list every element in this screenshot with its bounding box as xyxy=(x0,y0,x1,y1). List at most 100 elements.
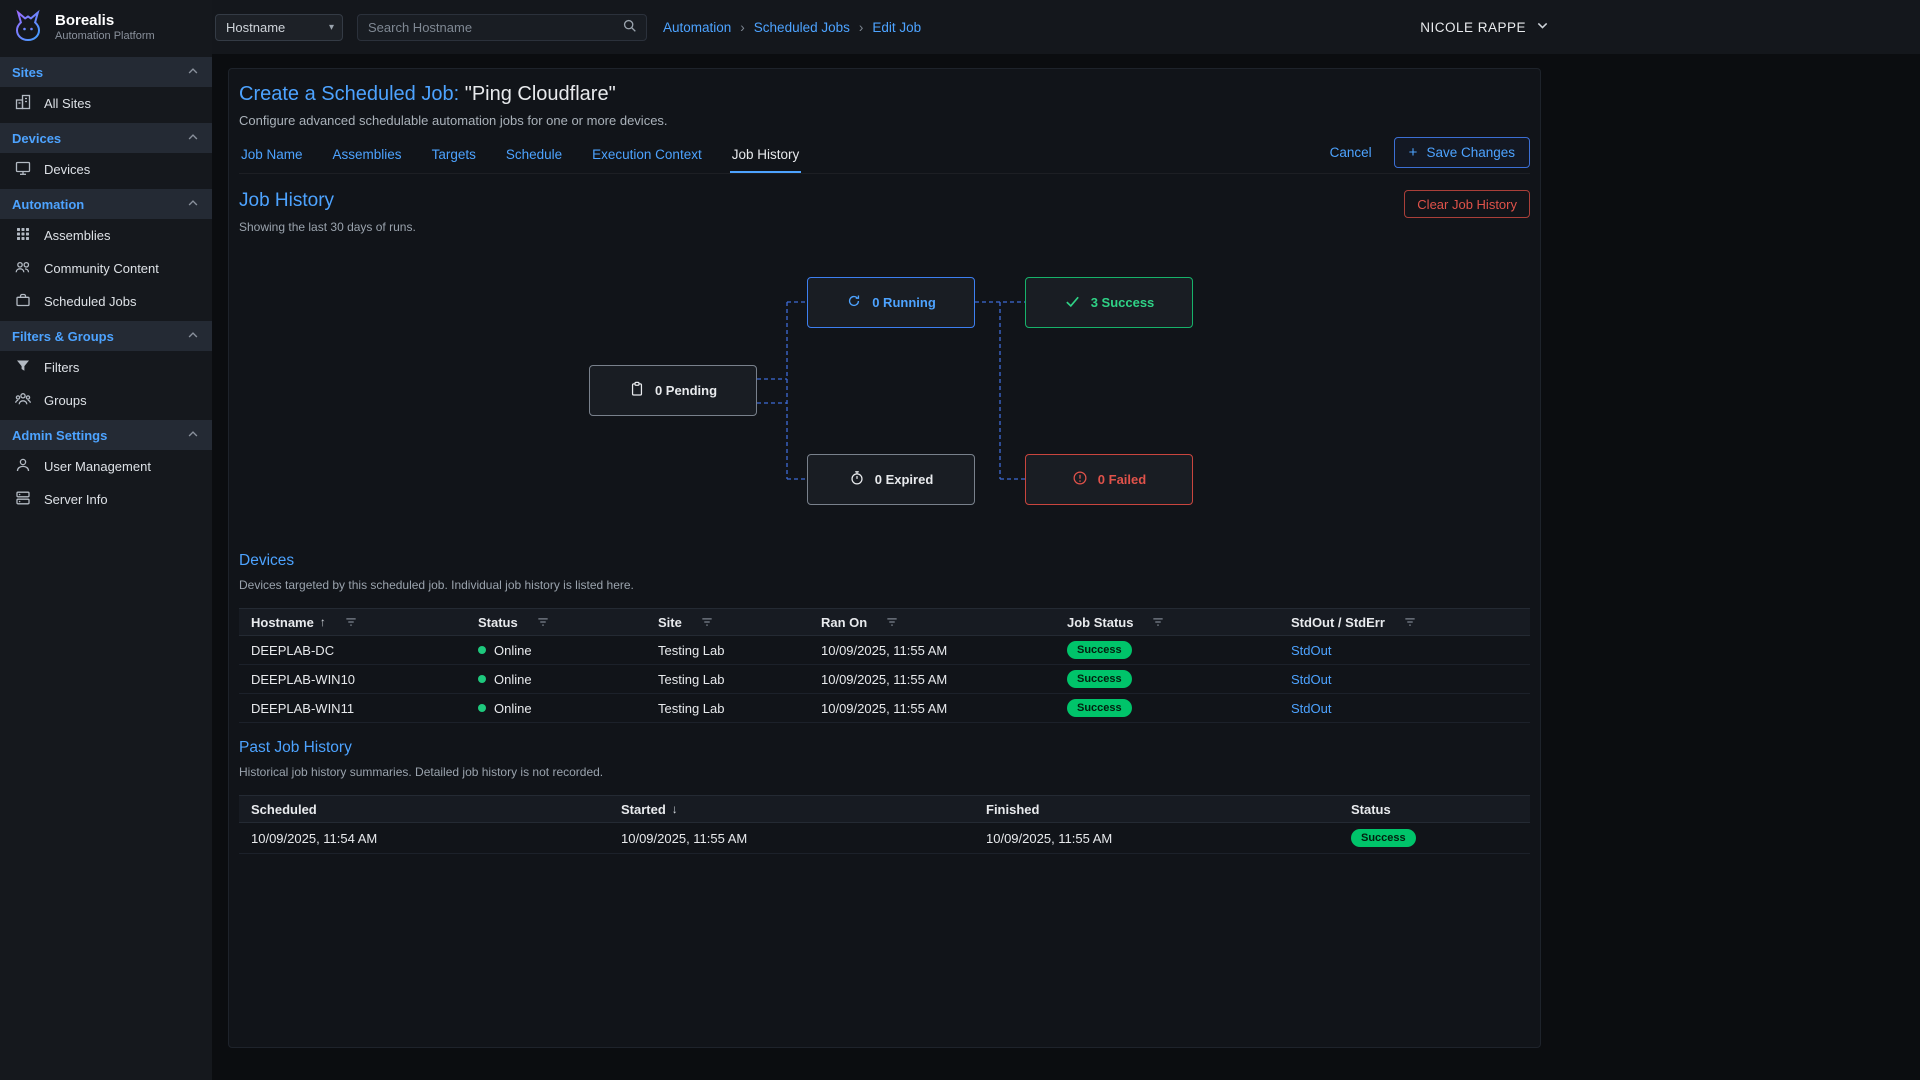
hostname-select[interactable]: Hostname ▾ xyxy=(215,14,343,41)
online-status-dot xyxy=(478,646,486,654)
page-title-job-name: "Ping Cloudflare" xyxy=(465,83,616,105)
section-label: Automation xyxy=(12,197,84,212)
borealis-logo-icon xyxy=(10,8,46,47)
tab-job-name[interactable]: Job Name xyxy=(239,136,305,173)
groups-icon xyxy=(14,390,32,411)
sidebar-item-label: Scheduled Jobs xyxy=(44,294,137,309)
column-status[interactable]: Status xyxy=(1351,802,1391,817)
column-status[interactable]: Status xyxy=(478,615,518,630)
sidebar-item-label: All Sites xyxy=(44,96,91,111)
status-badge: Success xyxy=(1067,670,1132,688)
tab-execution-context[interactable]: Execution Context xyxy=(590,136,704,173)
column-hostname[interactable]: Hostname xyxy=(251,615,314,630)
brand-name: Borealis xyxy=(55,12,155,29)
save-changes-button[interactable]: + Save Changes xyxy=(1394,137,1530,168)
past-job-history-table: Scheduled Started ↓ Finished Status 10/0… xyxy=(239,795,1530,854)
flow-box-failed[interactable]: 0 Failed xyxy=(1025,454,1193,505)
status-badge: Success xyxy=(1067,641,1132,659)
cell-hostname: DEEPLAB-DC xyxy=(239,643,466,658)
plus-icon: + xyxy=(1409,144,1418,161)
chevron-down-icon xyxy=(1535,18,1550,36)
cell-ran-on: 10/09/2025, 11:55 AM xyxy=(809,643,1055,658)
stdout-link[interactable]: StdOut xyxy=(1291,701,1331,716)
caret-down-icon: ▾ xyxy=(329,22,334,33)
tab-schedule[interactable]: Schedule xyxy=(504,136,564,173)
column-finished[interactable]: Finished xyxy=(986,802,1039,817)
cell-site: Testing Lab xyxy=(646,701,809,716)
user-name: NICOLE RAPPE xyxy=(1420,20,1526,35)
cell-hostname: DEEPLAB-WIN11 xyxy=(239,701,466,716)
breadcrumb-automation[interactable]: Automation xyxy=(663,20,731,35)
cell-status: Online xyxy=(494,643,532,658)
stdout-link[interactable]: StdOut xyxy=(1291,672,1331,687)
column-started[interactable]: Started xyxy=(621,802,666,817)
people-icon xyxy=(14,258,32,279)
devices-heading: Devices xyxy=(239,552,1530,570)
sidebar-item-server-info[interactable]: Server Info xyxy=(0,483,212,516)
filter-icon[interactable] xyxy=(700,615,714,629)
timer-icon xyxy=(849,470,865,489)
sidebar-item-label: Filters xyxy=(44,360,79,375)
stdout-link[interactable]: StdOut xyxy=(1291,643,1331,658)
cell-hostname: DEEPLAB-WIN10 xyxy=(239,672,466,687)
flow-box-running[interactable]: 0 Running xyxy=(807,277,975,328)
sidebar-item-user-management[interactable]: User Management xyxy=(0,450,212,483)
breadcrumb-scheduled-jobs[interactable]: Scheduled Jobs xyxy=(754,20,850,35)
tab-targets[interactable]: Targets xyxy=(430,136,478,173)
sidebar-item-all-sites[interactable]: All Sites xyxy=(0,87,212,120)
sort-desc-icon[interactable]: ↓ xyxy=(672,802,678,816)
sidebar-item-label: Assemblies xyxy=(44,228,110,243)
job-status-flow-diagram: 0 Pending 0 Running 3 Success 0 Expired xyxy=(239,240,1530,542)
cell-finished: 10/09/2025, 11:55 AM xyxy=(974,831,1339,846)
section-label: Admin Settings xyxy=(12,428,107,443)
error-icon xyxy=(1072,470,1088,489)
cell-status: Online xyxy=(494,672,532,687)
sidebar-section-automation[interactable]: Automation xyxy=(0,189,212,219)
search-icon[interactable] xyxy=(622,18,638,37)
sidebar: Borealis Automation Platform Sites All S… xyxy=(0,0,212,1080)
column-site[interactable]: Site xyxy=(658,615,682,630)
user-menu[interactable]: NICOLE RAPPE xyxy=(1420,18,1550,36)
section-label: Devices xyxy=(12,131,61,146)
sidebar-item-community-content[interactable]: Community Content xyxy=(0,252,212,285)
page-title-prefix: Create a Scheduled Job: xyxy=(239,83,459,105)
main-column: Hostname ▾ Automation › Scheduled Jobs ›… xyxy=(212,0,1920,1080)
clear-job-history-button[interactable]: Clear Job History xyxy=(1404,190,1530,218)
breadcrumb-edit-job[interactable]: Edit Job xyxy=(872,20,921,35)
filter-icon[interactable] xyxy=(536,615,550,629)
sidebar-section-sites[interactable]: Sites xyxy=(0,57,212,87)
tab-assemblies[interactable]: Assemblies xyxy=(331,136,404,173)
topbar: Hostname ▾ Automation › Scheduled Jobs ›… xyxy=(212,0,1920,54)
filter-icon[interactable] xyxy=(1151,615,1165,629)
filter-icon[interactable] xyxy=(1403,615,1417,629)
sidebar-item-filters[interactable]: Filters xyxy=(0,351,212,384)
filter-icon[interactable] xyxy=(885,615,899,629)
cell-started: 10/09/2025, 11:55 AM xyxy=(609,831,974,846)
sidebar-item-scheduled-jobs[interactable]: Scheduled Jobs xyxy=(0,285,212,318)
flow-running-label: 0 Running xyxy=(872,295,936,310)
column-stdout-stderr[interactable]: StdOut / StdErr xyxy=(1291,615,1385,630)
search-input[interactable] xyxy=(368,20,622,35)
sidebar-section-filters-groups[interactable]: Filters & Groups xyxy=(0,321,212,351)
sort-asc-icon[interactable]: ↑ xyxy=(320,615,326,629)
flow-box-success[interactable]: 3 Success xyxy=(1025,277,1193,328)
section-label: Sites xyxy=(12,65,43,80)
flow-success-label: 3 Success xyxy=(1091,295,1155,310)
sidebar-item-groups[interactable]: Groups xyxy=(0,384,212,417)
sidebar-section-admin-settings[interactable]: Admin Settings xyxy=(0,420,212,450)
cell-ran-on: 10/09/2025, 11:55 AM xyxy=(809,701,1055,716)
flow-box-pending[interactable]: 0 Pending xyxy=(589,365,757,416)
sidebar-item-assemblies[interactable]: Assemblies xyxy=(0,219,212,252)
app-root: Borealis Automation Platform Sites All S… xyxy=(0,0,1920,1080)
column-job-status[interactable]: Job Status xyxy=(1067,615,1133,630)
clipboard-icon xyxy=(629,381,645,400)
column-ran-on[interactable]: Ran On xyxy=(821,615,867,630)
cancel-button[interactable]: Cancel xyxy=(1330,145,1372,160)
sidebar-item-devices[interactable]: Devices xyxy=(0,153,212,186)
flow-box-expired[interactable]: 0 Expired xyxy=(807,454,975,505)
column-scheduled[interactable]: Scheduled xyxy=(251,802,317,817)
tab-job-history[interactable]: Job History xyxy=(730,136,802,173)
refresh-icon xyxy=(846,293,862,312)
sidebar-section-devices[interactable]: Devices xyxy=(0,123,212,153)
filter-icon[interactable] xyxy=(344,615,358,629)
